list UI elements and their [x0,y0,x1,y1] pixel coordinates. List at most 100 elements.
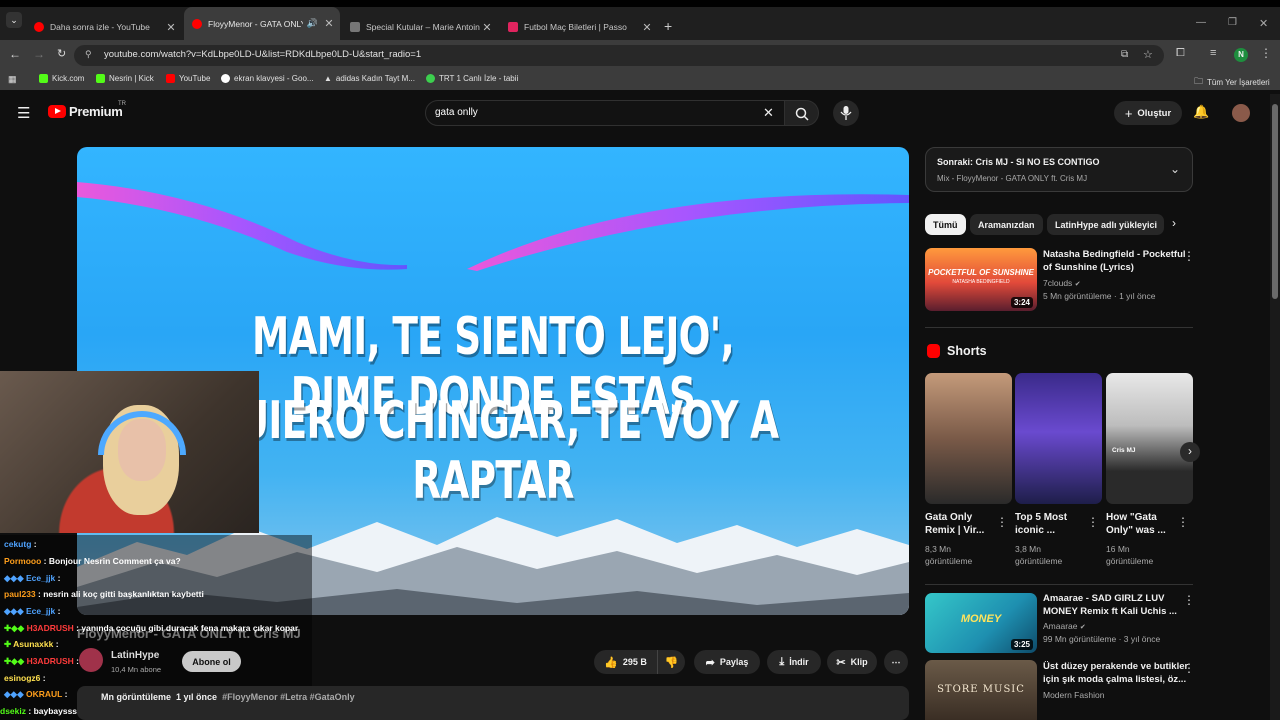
close-tab-icon[interactable]: ✕ [640,21,654,34]
notifications-bell-icon[interactable]: 🔔 [1193,104,1209,120]
speaker-icon[interactable]: 🔊 [307,18,318,29]
bookmark-kick[interactable]: Kick.com [39,74,84,83]
voice-search-button[interactable] [833,100,859,126]
tab-watch-later[interactable]: Daha sonra izle - YouTube ✕ [26,14,182,40]
video-thumbnail[interactable]: STORE MUSIC [925,660,1037,720]
short-thumbnail[interactable] [925,373,1012,504]
youtube-logo-icon[interactable] [48,105,66,118]
close-tab-icon[interactable]: ✕ [480,21,494,34]
page-scrollbar[interactable] [1270,94,1280,720]
url-text[interactable]: youtube.com/watch?v=KdLbpe0LD-U&list=RDK… [104,49,421,60]
restore-icon[interactable]: ❐ [1228,17,1237,28]
shorts-next-chevron-icon[interactable]: › [1180,442,1200,462]
close-tab-icon[interactable]: ✕ [164,21,178,34]
like-button[interactable]: 👍 295 B [594,650,657,674]
chips-next-chevron-icon[interactable]: › [1172,216,1176,230]
short-thumbnail[interactable] [1015,373,1102,504]
short-title[interactable]: How "Gata Only" was ... [1106,511,1166,537]
kick-icon [96,74,105,83]
close-tab-icon[interactable]: ✕ [322,17,336,30]
create-button[interactable]: + Oluştur [1114,101,1182,125]
download-label: İndir [789,657,809,667]
forward-arrow-icon[interactable]: → [33,47,45,61]
chat-user: paul233 [4,589,36,599]
close-window-icon[interactable]: ✕ [1259,17,1268,30]
short-thumbnail[interactable]: Cris MJ [1106,373,1193,504]
chip-latinhype-uploads[interactable]: LatinHype adlı yükleyici [1047,214,1164,235]
dislike-button[interactable]: 👎 [657,650,685,674]
bookmark-adidas[interactable]: ▲ adidas Kadın Tayt M... [324,74,415,83]
bookmark-star-icon[interactable]: ☆ [1143,48,1153,61]
back-arrow-icon[interactable]: ← [9,47,21,61]
more-actions-button[interactable]: ⋯ [884,650,908,674]
mix-label: Mix - FloyyMenor - GATA ONLY ft. Cris MJ [937,174,1088,183]
video-more-icon[interactable]: ⋮ [1183,593,1195,607]
channel-name[interactable]: LatinHype [111,650,159,661]
bookmark-google[interactable]: ekran klavyesi - Goo... [221,74,314,83]
thumbnail-text: MONEY [960,613,1002,625]
short-more-icon[interactable]: ⋮ [996,515,1008,529]
bookmark-trt1[interactable]: TRT 1 Canlı İzle - tabii [426,74,518,83]
all-bookmarks[interactable]: 🗀 Tüm Yer İşaretleri [1194,74,1270,90]
video-thumbnail[interactable]: POCKETFUL OF SUNSHINE NATASHA BEDINGFIEL… [925,248,1037,311]
chevron-down-icon[interactable]: ⌄ [1170,162,1180,176]
new-tab-plus-icon[interactable]: + [664,18,672,34]
bookmark-youtube[interactable]: YouTube [166,74,210,83]
share-button[interactable]: ➦ Paylaş [694,650,760,674]
bookmark-nesrin-kick[interactable]: Nesrin | Kick [96,74,154,83]
video-channel[interactable]: 7clouds ✔ [1043,277,1081,291]
tab-passo[interactable]: Futbol Maç Biletleri | Passo ✕ [500,14,658,40]
extensions-icon[interactable]: ⧠ [1176,47,1185,60]
playlist-next-box[interactable]: Sonraki: Cris MJ - SI NO ES CONTIGO Mix … [925,147,1193,192]
clip-button[interactable]: ✂ Klip [827,650,877,674]
hashtags[interactable]: #FloyyMenor #Letra #GataOnly [222,692,355,702]
chip-all[interactable]: Tümü [925,214,966,235]
browser-menu-icon[interactable]: ⋮ [1260,46,1272,60]
shorts-heading: Shorts [947,344,987,358]
search-input[interactable]: gata onlly [435,107,478,118]
hamburger-menu-icon[interactable]: ☰ [17,104,30,122]
description-box[interactable]: Mn görüntüleme 1 yıl önce #FloyyMenor #L… [77,686,909,720]
video-title[interactable]: Amaarae - SAD GIRLZ LUV MONEY Remix ft Ka… [1043,592,1177,618]
premium-logo-text[interactable]: Premium [69,104,123,119]
minimize-icon[interactable]: — [1196,17,1206,28]
video-channel[interactable]: Amaarae ✔ [1043,620,1086,634]
site-favicon-icon [350,22,360,32]
channel-avatar[interactable] [79,648,103,672]
video-more-icon[interactable]: ⋮ [1183,249,1195,263]
short-more-icon[interactable]: ⋮ [1177,515,1189,529]
reload-icon[interactable]: ↻ [57,47,66,60]
video-title[interactable]: Üst düzey perakende ve butikler için şık … [1043,660,1188,686]
bookmark-label: ekran klavyesi - Goo... [234,74,314,83]
video-thumbnail[interactable]: MONEY 3:25 [925,593,1037,653]
tab-list-chevron-icon[interactable]: ⌄ [6,12,22,28]
media-controls-icon[interactable]: ≡ [1210,47,1216,59]
chat-user: cekutg [4,539,32,549]
short-title[interactable]: Top 5 Most iconic ... [1015,511,1067,537]
video-channel[interactable]: Modern Fashion [1043,689,1104,701]
tab-special-kutular[interactable]: Special Kutular – Marie Antoinette ✕ [342,14,498,40]
chat-message: paul233 : nesrin ali koç gitti başkanlık… [4,589,204,599]
short-more-icon[interactable]: ⋮ [1087,515,1099,529]
omnibox[interactable]: ⚲ youtube.com/watch?v=KdLbpe0LD-U&list=R… [74,45,1164,66]
like-count: 295 B [622,657,647,667]
short-title[interactable]: Gata Only Remix | Vir... [925,511,984,537]
subscribe-button[interactable]: Abone ol [182,651,241,672]
search-box[interactable]: gata onlly ✕ [425,100,785,126]
video-duration: 3:24 [1010,297,1033,308]
chat-user: OKRAUL [25,689,63,699]
apps-grid-icon[interactable]: ▦ [8,74,17,85]
share-label: Paylaş [719,657,749,667]
video-more-icon[interactable]: ⋮ [1183,661,1195,675]
site-info-icon[interactable]: ⚲ [85,49,92,60]
account-avatar[interactable] [1232,104,1250,122]
video-title[interactable]: Natasha Bedingfield - Pocketful of Sunshi… [1043,248,1186,274]
tab-floyymenor-gata-only[interactable]: FloyyMenor - GATA ONLY ft 🔊 ✕ [184,7,340,40]
search-button[interactable] [785,100,819,126]
profile-avatar[interactable]: N [1234,48,1248,62]
download-button[interactable]: ⤓ İndir [767,650,821,674]
install-app-icon[interactable]: ⧉ [1121,49,1128,60]
clear-search-icon[interactable]: ✕ [763,105,774,121]
chip-from-search[interactable]: Aramanızdan [970,214,1043,235]
scrollbar-thumb[interactable] [1272,104,1278,299]
